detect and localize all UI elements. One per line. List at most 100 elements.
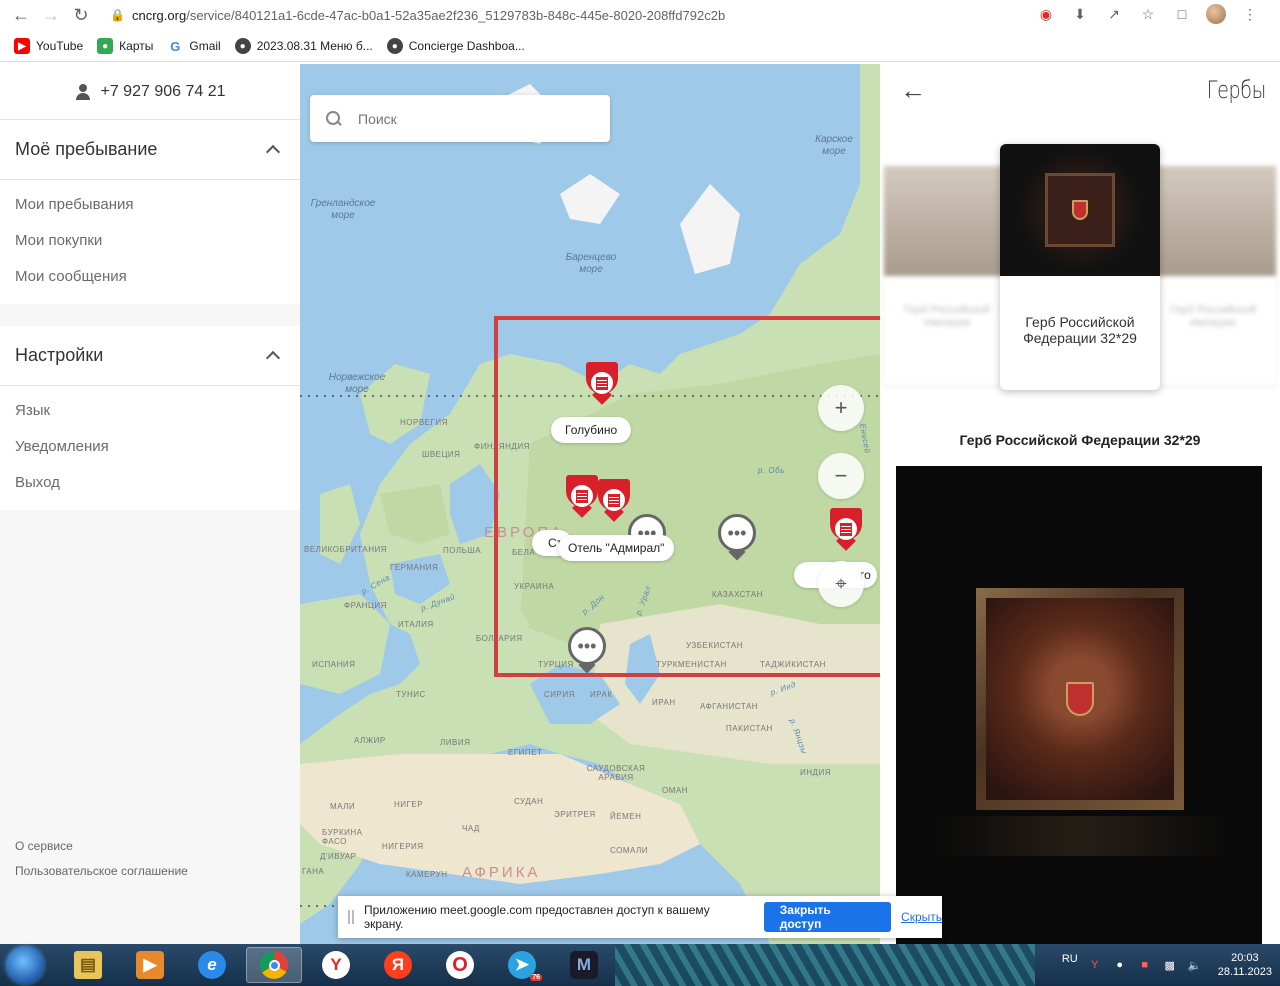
hotel-pin[interactable] [598,479,630,522]
hotel-pin[interactable] [586,362,618,405]
chat-bubble-icon[interactable]: ••• [568,627,606,674]
product-thumbnail [1150,166,1276,276]
country-label: ИТАЛИЯ [398,620,434,629]
bookmark-youtube[interactable]: ▶ YouTube [14,38,83,54]
notification-tray-icon[interactable]: ● [1112,957,1128,973]
map-search[interactable] [310,95,610,142]
globe-icon: ● [386,38,403,54]
search-icon [326,110,342,127]
chrome-icon [260,951,288,979]
menu-item-my-stays[interactable]: Мои пребывания [0,186,300,222]
phone-row[interactable]: +7 927 906 74 21 [0,64,300,120]
taskbar-telegram[interactable]: ➤ 76 [494,947,550,983]
menu-item-language[interactable]: Язык [0,392,300,428]
chat-bubble-icon[interactable]: ••• [718,514,756,561]
taskbar-yandex-browser[interactable]: Y [308,947,364,983]
camera-blocked-icon[interactable]: ◉ [1036,4,1056,24]
bookmark-concierge[interactable]: ● Concierge Dashboa... [386,38,525,54]
product-carousel[interactable]: Герб Российской Империи Герб Российской … [880,144,1280,394]
reload-icon[interactable]: ↻ [66,1,96,31]
taskbar-yandex[interactable]: Я [370,947,426,983]
zoom-in-button[interactable]: + [818,385,864,431]
bookmark-menu[interactable]: ● 2023.08.31 Меню б... [234,38,373,54]
country-label: УКРАИНА [514,582,555,591]
share-icon[interactable]: ↗ [1104,4,1124,24]
country-label: ЙЕМЕН [610,812,642,821]
drag-handle-icon[interactable] [348,910,354,924]
folder-icon: ▤ [74,951,102,979]
chevron-up-icon[interactable] [265,350,281,366]
product-thumbnail [1000,144,1160,276]
back-icon[interactable]: ← [6,1,36,31]
reflection [936,816,1226,856]
section-settings[interactable]: Настройки [0,326,300,386]
product-title: Герб Российской Федерации 32*29 [959,432,1201,448]
map-label-kara-sea: Карское море [815,134,853,157]
bookmark-label: 2023.08.31 Меню б... [256,39,373,53]
country-label: СИРИЯ [544,690,575,699]
country-label: БЕЛА [512,548,536,557]
carousel-card[interactable]: Герб Российской Империи [1150,166,1276,386]
clock-date: 28.11.2023 [1217,966,1272,978]
bookmark-maps[interactable]: ● Карты [97,38,153,54]
taskbar-chrome[interactable] [246,947,302,983]
taskbar-explorer[interactable]: ▤ [60,947,116,983]
card-caption: Герб Российской Империи [1170,304,1256,329]
hotel-pin[interactable] [566,475,598,518]
forward-icon[interactable]: → [36,1,66,31]
menu-item-my-messages[interactable]: Мои сообщения [0,258,300,294]
hotel-pin[interactable] [830,508,862,551]
menu-item-logout[interactable]: Выход [0,464,300,500]
browser-toolbar: ← → ↻ 🔒 cncrg.org /service/840121a1-6cde… [0,0,1280,31]
locate-button[interactable]: ⌖ [818,561,864,607]
language-indicator[interactable]: RU [1062,953,1078,965]
country-label: ЧАД [462,824,480,833]
address-bar[interactable]: 🔒 cncrg.org /service/840121a1-6cde-47ac-… [110,3,1040,27]
country-label: ШВЕЦИЯ [422,450,461,459]
menu-item-notifications[interactable]: Уведомления [0,428,300,464]
clock[interactable]: 20:03 28.11.2023 [1218,951,1272,979]
stop-sharing-button[interactable]: Закрыть доступ [763,902,892,932]
map-label-norwegian-sea: Норвежское море [328,372,386,395]
menu-item-my-purchases[interactable]: Мои покупки [0,222,300,258]
back-arrow-icon[interactable]: ← [900,75,926,106]
taskbar-media[interactable]: ▶ [122,947,178,983]
carousel-card-active[interactable]: Герб Российской Федерации 32*29 [1000,144,1160,390]
country-label: ИНДИЯ [800,768,831,777]
country-label: ИРАК [590,690,613,699]
menu-dots-icon[interactable]: ⋮ [1240,4,1260,24]
country-label: ТУНИС [396,690,426,699]
country-label: АФГАНИСТАН [700,702,759,711]
agreement-link[interactable]: Пользовательское соглашение [15,859,188,884]
map[interactable]: Карское море Гренландское море Баренцево… [300,64,880,944]
download-icon[interactable]: ⬇ [1070,4,1090,24]
hide-link[interactable]: Скрыть [901,910,942,924]
star-icon[interactable]: ☆ [1138,4,1158,24]
search-input[interactable] [358,110,578,127]
taskbar-app-m[interactable]: M [556,947,612,983]
country-label: САУДОВСКАЯ АРАВИЯ [586,764,646,782]
taskbar-opera[interactable]: O [432,947,488,983]
carousel-card[interactable]: Герб Российской Империи [884,166,1010,386]
country-label: ПОЛЬША [443,546,482,555]
taskbar-ie[interactable]: e [184,947,240,983]
chevron-up-icon[interactable] [265,144,281,160]
globe-icon: ● [234,38,251,54]
network-tray-icon[interactable]: ▩ [1162,957,1178,973]
yandex-tray-icon[interactable]: Y [1087,957,1103,973]
place-tag-admiral[interactable]: Отель "Адмирал" [558,535,675,561]
security-tray-icon[interactable]: ■ [1137,957,1153,973]
start-button[interactable] [6,946,44,984]
zoom-out-button[interactable]: − [818,453,864,499]
profile-avatar[interactable] [1206,4,1226,24]
sidepanel-icon[interactable]: □ [1172,4,1192,24]
url-path: /service/840121a1-6cde-47ac-b0a1-52a35ae… [186,7,726,23]
about-link[interactable]: О сервисе [15,834,188,859]
panel-header: ← Гербы [880,64,1280,116]
section-my-stay[interactable]: Моё пребывание [0,120,300,180]
bookmark-gmail[interactable]: G Gmail [167,38,221,54]
app-m-icon: M [570,951,598,979]
place-tag-golubino[interactable]: Голубино [551,417,632,443]
country-label: ИРАН [652,698,676,707]
volume-icon[interactable]: 🔈 [1187,957,1203,973]
